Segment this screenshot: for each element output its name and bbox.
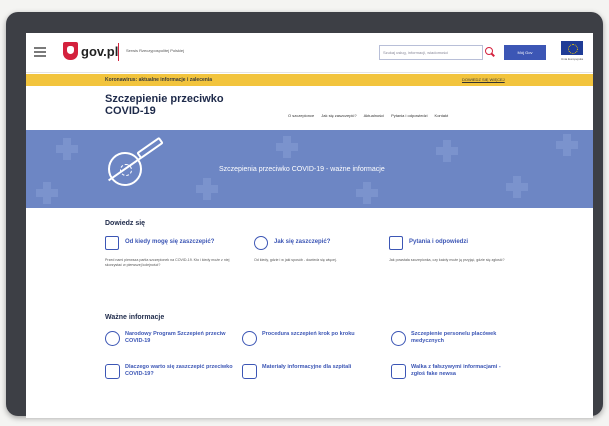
page-title: Szczepienie przeciwko COVID-19 — [105, 93, 265, 117]
info-item-title-6[interactable]: Walka z fałszywymi informacjami - zgłoś … — [411, 364, 511, 378]
header-divider — [118, 43, 119, 61]
cross-decoration-icon — [506, 176, 528, 198]
learn-card-desc-3: Jak powstała szczepionka, czy każdy może… — [389, 258, 505, 262]
gov-logo-text[interactable]: gov.pl — [81, 44, 118, 59]
banner-text[interactable]: Szczepienia przeciwko COVID-19 - ważne i… — [219, 166, 385, 173]
steps-icon — [242, 331, 257, 346]
search-input[interactable]: Szukaj usług, informacji, wiadomości — [379, 45, 483, 60]
info-section-title: Ważne informacje — [105, 314, 165, 321]
info-item-title-5[interactable]: Materiały informacyjne dla szpitali — [262, 364, 362, 371]
learn-card-title-1[interactable]: Od kiedy mogę się zaszczepić? — [125, 239, 265, 246]
virus-icon — [108, 152, 142, 186]
learn-card-title-3[interactable]: Pytania i odpowiedzi — [409, 239, 529, 246]
eu-label: Unia Europejska — [560, 57, 583, 61]
info-item-title-2[interactable]: Procedura szczepień krok po kroku — [262, 331, 362, 338]
cross-decoration-icon — [196, 178, 218, 200]
top-bar: gov.pl Serwis Rzeczypospolitej Polskiej … — [26, 33, 593, 73]
nav-item-about[interactable]: O szczepionce — [288, 113, 314, 118]
tablet-frame: gov.pl Serwis Rzeczypospolitej Polskiej … — [6, 12, 603, 418]
nav-item-faq[interactable]: Pytania i odpowiedzi — [391, 113, 427, 118]
page-title-line2: COVID-19 — [105, 105, 156, 117]
eagle-logo-icon[interactable] — [63, 42, 78, 60]
report-icon — [391, 364, 406, 379]
shield-icon — [254, 236, 268, 250]
cross-decoration-icon — [276, 136, 298, 158]
learn-card-desc-2: Od kiedy, gdzie i w jaki sposób - dowied… — [254, 258, 337, 262]
info-item-title-4[interactable]: Dlaczego warto się zaszczepić przeciwko … — [125, 364, 233, 378]
nav-item-news[interactable]: Aktualności — [364, 113, 384, 118]
chat-icon — [389, 236, 403, 250]
nav-item-how[interactable]: Jak się zaszczepić? — [321, 113, 356, 118]
mojgov-button[interactable]: Mój Gov — [504, 45, 546, 60]
menu-icon[interactable] — [34, 47, 46, 57]
info-item-title-3[interactable]: Szczepienie personelu placówek medycznyc… — [411, 331, 511, 345]
cross-decoration-icon — [56, 138, 78, 160]
hero-banner[interactable]: Szczepienia przeciwko COVID-19 - ważne i… — [26, 130, 593, 208]
search-placeholder: Szukaj usług, informacji, wiadomości — [383, 50, 449, 55]
calendar-icon — [105, 236, 119, 250]
syringe-icon — [136, 136, 164, 160]
cross-decoration-icon — [556, 134, 578, 156]
cross-decoration-icon — [436, 140, 458, 162]
nav-item-contact[interactable]: Kontakt — [435, 113, 449, 118]
document-icon — [105, 364, 120, 379]
eu-flag-icon — [561, 41, 583, 55]
cross-decoration-icon — [36, 182, 58, 204]
learn-section-title: Dowiedz się — [105, 220, 146, 227]
cross-decoration-icon — [356, 182, 378, 204]
browser-screen: gov.pl Serwis Rzeczypospolitej Polskiej … — [26, 33, 593, 418]
learn-card-title-2[interactable]: Jak się zaszczepić? — [274, 239, 394, 246]
medical-icon — [391, 331, 406, 346]
alert-link[interactable]: DOWIEDZ SIĘ WIĘCEJ — [462, 77, 505, 82]
map-icon — [105, 331, 120, 346]
materials-icon — [242, 364, 257, 379]
info-item-title-1[interactable]: Narodowy Program Szczepień przeciw COVID… — [125, 331, 233, 345]
alert-text: Koronawirus: aktualne informacje i zalec… — [105, 77, 212, 83]
search-icon[interactable] — [485, 47, 493, 55]
main-nav: O szczepionce Jak się zaszczepić? Aktual… — [288, 113, 448, 118]
alert-bar: Koronawirus: aktualne informacje i zalec… — [26, 74, 593, 86]
page-title-line1: Szczepienie przeciwko — [105, 93, 224, 105]
learn-card-desc-1: Przed nami pierwsza partia szczepionek n… — [105, 258, 230, 267]
service-name: Serwis Rzeczypospolitej Polskiej — [126, 48, 185, 53]
